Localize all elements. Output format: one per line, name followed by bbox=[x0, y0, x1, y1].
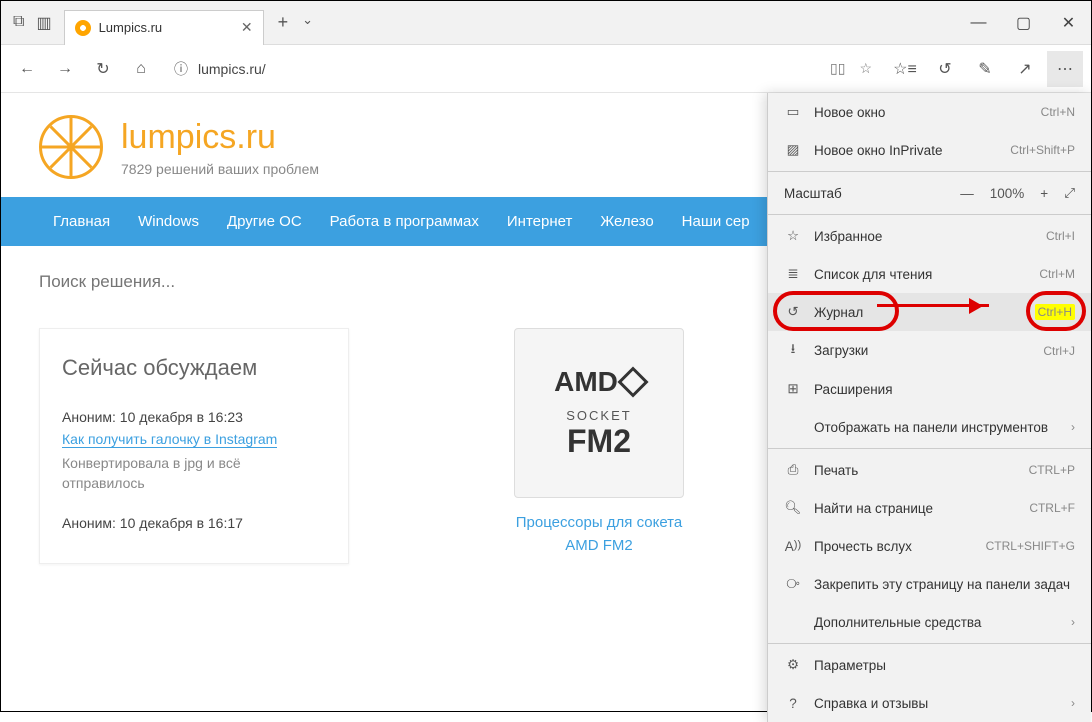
discuss-card: Сейчас обсуждаем Аноним: 10 декабря в 16… bbox=[39, 328, 349, 564]
site-subtitle: 7829 решений ваших проблем bbox=[121, 161, 319, 177]
new-tab-button[interactable]: + bbox=[278, 12, 289, 33]
zoom-out-button[interactable]: — bbox=[960, 186, 974, 201]
close-window-button[interactable]: ✕ bbox=[1046, 1, 1091, 45]
nav-windows[interactable]: Windows bbox=[124, 197, 213, 246]
menu-extensions[interactable]: ⊞ Расширения bbox=[768, 370, 1091, 408]
zoom-value: 100% bbox=[990, 186, 1025, 201]
nav-internet[interactable]: Интернет bbox=[493, 197, 586, 246]
extension-icon: ⊞ bbox=[784, 381, 802, 397]
notes-icon[interactable]: ✎ bbox=[967, 51, 1003, 87]
list-icon: ≣ bbox=[784, 266, 802, 282]
menu-zoom: Масштаб — 100% + ⤢ bbox=[768, 174, 1091, 212]
history-icon[interactable]: ↺ bbox=[927, 51, 963, 87]
chevron-right-icon: › bbox=[1071, 696, 1075, 710]
article-card: AMD SOCKET FM2 Процессоры для сокетаAMD … bbox=[489, 328, 709, 564]
menu-history[interactable]: ↺ Журнал Ctrl+H bbox=[768, 293, 1091, 331]
menu-inprivate[interactable]: ▨ Новое окно InPrivate Ctrl+Shift+P bbox=[768, 131, 1091, 169]
favicon-icon bbox=[75, 20, 91, 36]
favorites-hub-icon[interactable]: ☆≡ bbox=[887, 51, 923, 87]
browser-tab[interactable]: Lumpics.ru ✕ bbox=[64, 10, 264, 45]
refresh-button[interactable]: ↻ bbox=[85, 51, 121, 87]
set-aside-icon[interactable]: ▥ bbox=[36, 13, 51, 33]
tab-preview-icon[interactable]: ⧉ bbox=[13, 13, 24, 33]
page-content: lumpics.ru 7829 решений ваших проблем Гл… bbox=[1, 93, 1091, 711]
maximize-button[interactable]: ▢ bbox=[1001, 1, 1046, 45]
article-image: AMD SOCKET FM2 bbox=[514, 328, 684, 498]
forward-button[interactable]: → bbox=[47, 51, 83, 87]
download-icon: ⭳ bbox=[784, 339, 802, 362]
menu-favorites[interactable]: ☆ Избранное Ctrl+I bbox=[768, 217, 1091, 255]
favorite-star-icon[interactable]: ☆ bbox=[859, 60, 872, 77]
zoom-in-button[interactable]: + bbox=[1040, 186, 1048, 201]
comment-author: Аноним: 10 декабря в 16:23 bbox=[62, 409, 326, 425]
minimize-button[interactable]: — bbox=[956, 1, 1001, 45]
window-controls: — ▢ ✕ bbox=[956, 1, 1091, 45]
site-name: lumpics.ru bbox=[121, 118, 319, 157]
menu-more-tools[interactable]: Дополнительные средства › bbox=[768, 603, 1091, 641]
menu-show-toolbar[interactable]: Отображать на панели инструментов › bbox=[768, 408, 1091, 446]
address-bar[interactable]: ⓘ lumpics.ru/ ▯▯ ☆ bbox=[165, 52, 881, 86]
menu-read-aloud[interactable]: A)) Прочесть вслух CTRL+SHIFT+G bbox=[768, 527, 1091, 565]
menu-reading-list[interactable]: ≣ Список для чтения Ctrl+M bbox=[768, 255, 1091, 293]
menu-pin[interactable]: ⧂ Закрепить эту страницу на панели задач bbox=[768, 565, 1091, 603]
window-icon: ▭ bbox=[784, 104, 802, 120]
gear-icon: ⚙ bbox=[784, 657, 802, 673]
nav-other-os[interactable]: Другие ОС bbox=[213, 197, 316, 246]
nav-home[interactable]: Главная bbox=[39, 197, 124, 246]
toolbar: ← → ↻ ⌂ ⓘ lumpics.ru/ ▯▯ ☆ ☆≡ ↺ ✎ ↗ ⋯ bbox=[1, 45, 1091, 93]
nav-services[interactable]: Наши сер bbox=[668, 197, 764, 246]
nav-hardware[interactable]: Железо bbox=[586, 197, 667, 246]
history-icon: ↺ bbox=[784, 304, 802, 320]
settings-menu: ▭ Новое окно Ctrl+N ▨ Новое окно InPriva… bbox=[767, 93, 1091, 722]
pin-icon: ⧂ bbox=[784, 576, 802, 592]
chevron-right-icon: › bbox=[1071, 420, 1075, 434]
menu-print[interactable]: ⎙ Печать CTRL+P bbox=[768, 451, 1091, 489]
help-icon: ? bbox=[784, 696, 802, 711]
tab-title: Lumpics.ru bbox=[99, 20, 233, 35]
comment-author: Аноним: 10 декабря в 16:17 bbox=[62, 515, 326, 531]
history-shortcut: Ctrl+H bbox=[1035, 304, 1075, 320]
tab-actions: ⧉ ▥ bbox=[1, 13, 64, 33]
site-info-icon[interactable]: ⓘ bbox=[174, 59, 188, 79]
comment-text: Конвертировала в jpg и всё отправилось bbox=[62, 454, 326, 493]
chevron-right-icon: › bbox=[1071, 615, 1075, 629]
share-icon[interactable]: ↗ bbox=[1007, 51, 1043, 87]
site-logo-icon bbox=[39, 115, 103, 179]
home-button[interactable]: ⌂ bbox=[123, 51, 159, 87]
more-button[interactable]: ⋯ bbox=[1047, 51, 1083, 87]
nav-programs[interactable]: Работа в программах bbox=[316, 197, 493, 246]
reading-view-icon[interactable]: ▯▯ bbox=[830, 60, 845, 77]
url-text: lumpics.ru/ bbox=[198, 61, 266, 77]
search-icon: 🔍︎ bbox=[784, 500, 802, 516]
back-button[interactable]: ← bbox=[9, 51, 45, 87]
discuss-title: Сейчас обсуждаем bbox=[62, 355, 326, 381]
menu-find[interactable]: 🔍︎ Найти на странице CTRL+F bbox=[768, 489, 1091, 527]
menu-settings[interactable]: ⚙ Параметры bbox=[768, 646, 1091, 684]
print-icon: ⎙ bbox=[784, 462, 802, 478]
menu-new-window[interactable]: ▭ Новое окно Ctrl+N bbox=[768, 93, 1091, 131]
star-icon: ☆ bbox=[784, 228, 802, 244]
article-link[interactable]: Процессоры для сокетаAMD FM2 bbox=[489, 512, 709, 557]
comment-link[interactable]: Как получить галочку в Instagram bbox=[62, 431, 277, 448]
annotation-arrow bbox=[877, 304, 989, 307]
menu-help[interactable]: ? Справка и отзывы › bbox=[768, 684, 1091, 722]
tab-chevron-icon[interactable]: ⌄ bbox=[302, 12, 313, 33]
titlebar: ⧉ ▥ Lumpics.ru ✕ + ⌄ — ▢ ✕ bbox=[1, 1, 1091, 45]
menu-downloads[interactable]: ⭳ Загрузки Ctrl+J bbox=[768, 331, 1091, 370]
read-aloud-icon: A)) bbox=[784, 539, 802, 554]
fullscreen-icon[interactable]: ⤢ bbox=[1064, 185, 1075, 201]
inprivate-icon: ▨ bbox=[784, 142, 802, 158]
close-tab-icon[interactable]: ✕ bbox=[241, 19, 253, 36]
new-tab-controls: + ⌄ bbox=[264, 12, 327, 33]
